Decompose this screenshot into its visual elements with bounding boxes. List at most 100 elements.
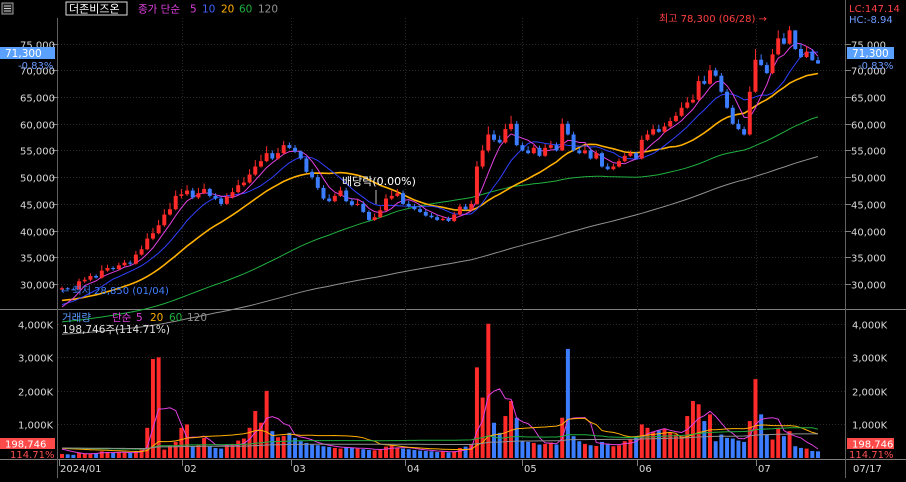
- candle-body: [298, 151, 303, 159]
- high-annotation: 최고 78,300 (06/28) →: [659, 13, 767, 25]
- volume-bar: [355, 448, 360, 458]
- volume-bar: [770, 439, 775, 458]
- candle-body: [418, 209, 423, 212]
- volume-bar: [719, 434, 724, 458]
- volume-bar: [65, 454, 70, 458]
- volume-bar: [816, 451, 820, 458]
- candle-body: [270, 153, 275, 159]
- candle-body: [679, 107, 684, 116]
- candle-body: [327, 198, 332, 202]
- candle-body: [435, 217, 440, 220]
- candle-body: [492, 134, 496, 140]
- candle-body: [344, 190, 349, 202]
- y-tick-label-right: 40,000: [851, 228, 886, 239]
- candle-body: [810, 51, 815, 61]
- volume-bar: [548, 442, 553, 458]
- volume-bar: [287, 432, 292, 458]
- volume-bar: [617, 445, 622, 458]
- candle: [747, 86, 752, 136]
- volume-bar: [185, 424, 190, 458]
- candle: [793, 30, 798, 51]
- volume-bar: [577, 441, 582, 458]
- volume-bar: [378, 449, 383, 458]
- candle-body: [389, 195, 394, 199]
- x-label-current-date: 07/17: [853, 464, 882, 475]
- dividend-annotation: 배당락(0.00%): [342, 175, 416, 188]
- y-tick-label-right: 50,000: [851, 174, 886, 185]
- volume-title: 거래량: [62, 312, 91, 324]
- candle-body: [759, 59, 764, 66]
- volume-bar: [122, 452, 127, 458]
- volume-bar: [565, 348, 570, 458]
- candle-body: [753, 59, 758, 92]
- candle-body: [770, 54, 775, 74]
- volume-bar: [321, 446, 326, 458]
- volume-bar: [526, 441, 531, 458]
- volume-bar: [446, 452, 451, 458]
- volume-bar: [310, 444, 315, 458]
- volume-bar: [395, 447, 400, 458]
- candle-body: [219, 198, 224, 204]
- volume-bar: [600, 441, 604, 458]
- candle-body: [730, 107, 735, 124]
- volume-bar: [361, 449, 366, 458]
- x-label-feb: 02: [184, 464, 197, 475]
- y-tick-label-right: 65,000: [851, 94, 886, 105]
- candle-body: [543, 147, 548, 156]
- volume-bar: [440, 451, 445, 458]
- candle-body: [816, 60, 820, 64]
- candle-body: [304, 158, 309, 172]
- volume-ma-20: 20: [150, 312, 163, 324]
- candle-body: [781, 38, 786, 44]
- volume-ma-120: 120: [187, 312, 207, 324]
- candle-body: [185, 190, 190, 195]
- candle-body: [645, 134, 650, 140]
- volume-bar: [725, 437, 730, 458]
- candle-body: [673, 115, 678, 122]
- left-volume-change: 114.71%: [10, 450, 55, 461]
- candle-body: [605, 166, 610, 170]
- volume-bar: [690, 400, 695, 458]
- low-annotation: ← 최저 28,850 (01/04): [61, 285, 169, 297]
- volume-bar: [315, 445, 320, 458]
- candle-body: [139, 249, 144, 255]
- volume-current: 198,746주(114.71%): [62, 324, 170, 336]
- volume-bar: [338, 448, 343, 458]
- candle-body: [708, 70, 712, 84]
- volume-bar: [554, 444, 559, 458]
- volume-tick-label-left: 2,000K: [18, 388, 54, 399]
- left-price-value: 71,300: [5, 48, 42, 60]
- candle: [474, 161, 479, 205]
- stock-title[interactable]: 더존비즈온: [69, 3, 120, 16]
- volume-bar: [645, 427, 650, 458]
- candle-body: [145, 238, 150, 250]
- candle-body: [179, 194, 184, 196]
- candle-body: [384, 198, 388, 211]
- volume-bar: [418, 450, 423, 458]
- volume-bar: [480, 397, 485, 458]
- candle-body: [526, 150, 531, 154]
- candle-body: [742, 129, 747, 135]
- candle-body: [230, 192, 235, 197]
- y-tick-label-right: 55,000: [851, 147, 886, 158]
- volume-bar: [736, 440, 741, 458]
- candle-body: [378, 210, 383, 218]
- candle-body: [497, 139, 502, 143]
- candle-body: [446, 218, 451, 221]
- candle-body: [82, 279, 87, 282]
- candle: [304, 156, 309, 173]
- candle-body: [651, 129, 656, 135]
- volume-bar: [793, 446, 798, 458]
- candle-body: [474, 166, 479, 204]
- candle-body: [366, 211, 371, 220]
- candle-body: [514, 123, 519, 146]
- settings-icon[interactable]: [1, 2, 14, 15]
- candle-body: [406, 203, 411, 207]
- volume-bar: [764, 434, 769, 458]
- volume-bar: [179, 427, 184, 458]
- ma-label: 종가 단순: [138, 4, 180, 16]
- candle-body: [122, 262, 127, 266]
- volume-bar: [798, 447, 803, 458]
- candle-body: [798, 49, 803, 58]
- candle-body: [150, 233, 155, 239]
